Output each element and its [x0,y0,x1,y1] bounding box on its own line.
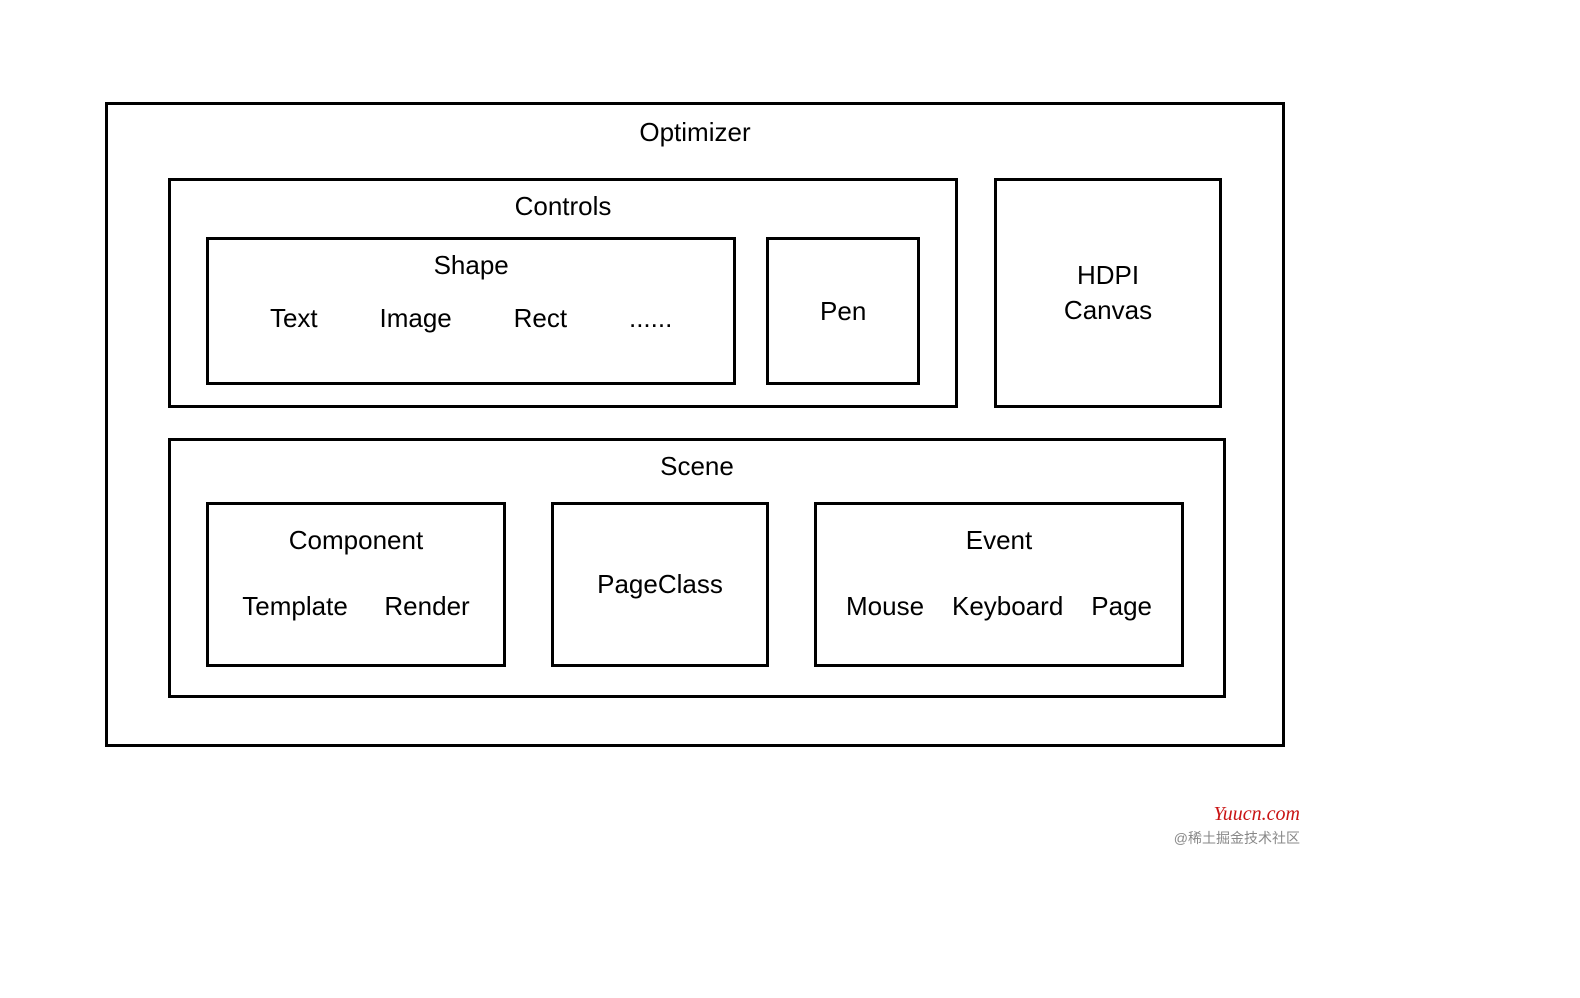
optimizer-box: Optimizer Controls Shape Text Image Rect… [105,102,1285,747]
pageclass-label: PageClass [597,569,723,600]
watermark-main: Yuucn.com [1174,803,1300,826]
component-item-render: Render [384,591,469,622]
watermark: Yuucn.com @稀土掘金技术社区 [1174,803,1300,848]
scene-inner: Component Template Render PageClass Even… [171,502,1223,667]
hdpi-line2: Canvas [1064,293,1152,328]
hdpi-box: HDPI Canvas [994,178,1222,408]
shape-title: Shape [209,250,733,281]
watermark-sub: @稀土掘金技术社区 [1174,828,1300,848]
controls-box: Controls Shape Text Image Rect ...... Pe… [168,178,958,408]
event-title: Event [817,525,1181,556]
event-item-page: Page [1091,591,1152,622]
hdpi-line1: HDPI [1077,258,1139,293]
component-items: Template Render [209,591,503,622]
scene-box: Scene Component Template Render PageClas… [168,438,1226,698]
shape-box: Shape Text Image Rect ...... [206,237,736,385]
event-box: Event Mouse Keyboard Page [814,502,1184,667]
event-item-keyboard: Keyboard [952,591,1063,622]
component-box: Component Template Render [206,502,506,667]
component-item-template: Template [242,591,348,622]
shape-item-more: ...... [629,303,672,334]
pen-label: Pen [820,296,866,327]
shape-item-image: Image [380,303,452,334]
pen-box: Pen [766,237,920,385]
controls-inner: Shape Text Image Rect ...... Pen [171,237,955,385]
scene-title: Scene [171,451,1223,482]
shape-items: Text Image Rect ...... [209,303,733,334]
row-1: Controls Shape Text Image Rect ...... Pe… [108,178,1282,408]
shape-item-text: Text [270,303,318,334]
controls-title: Controls [171,191,955,222]
shape-item-rect: Rect [514,303,567,334]
component-title: Component [209,525,503,556]
pageclass-box: PageClass [551,502,769,667]
event-items: Mouse Keyboard Page [817,591,1181,622]
event-item-mouse: Mouse [846,591,924,622]
optimizer-title: Optimizer [108,117,1282,148]
